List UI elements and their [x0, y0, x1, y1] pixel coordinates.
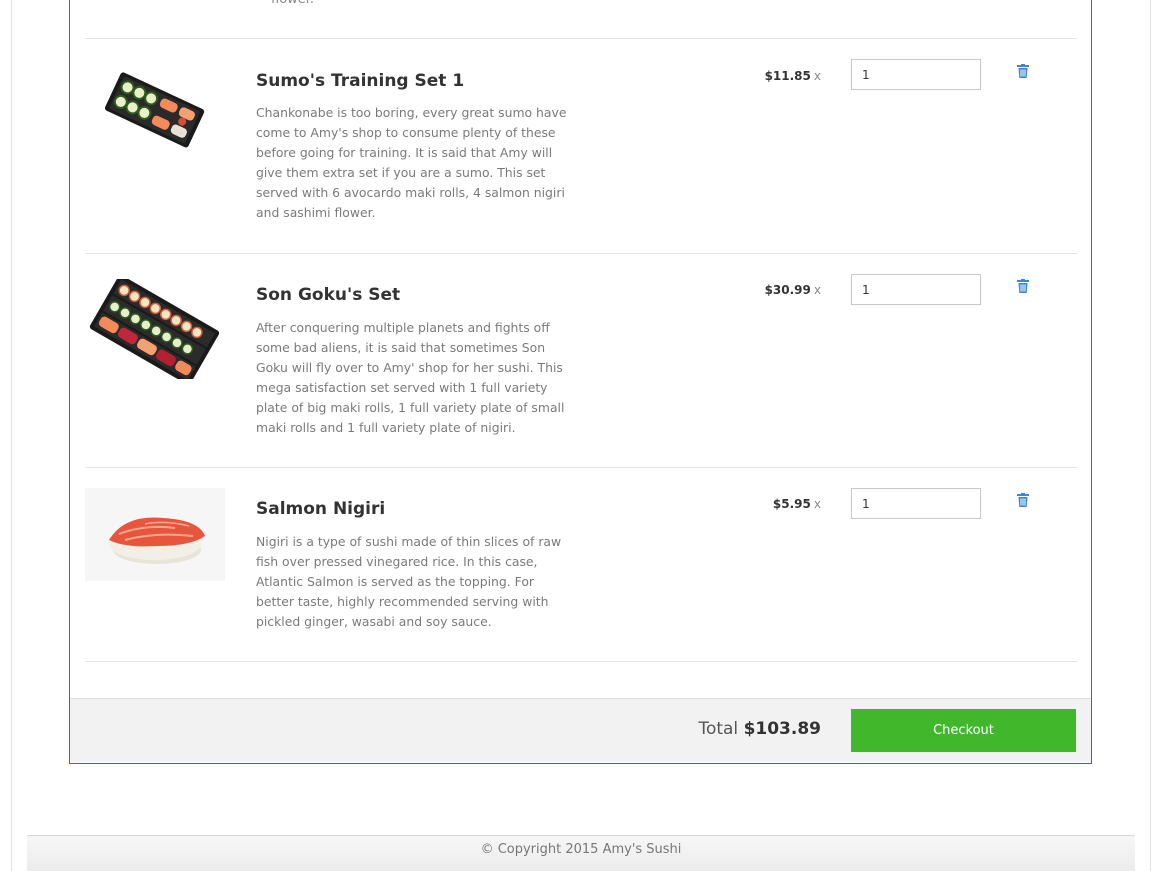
total-label: Total: [698, 719, 739, 739]
item-description: After conquering multiple planets and fi…: [256, 320, 565, 435]
total-value: $103.89: [743, 719, 821, 739]
item-description: Chankonabe is too boring, every great su…: [256, 105, 567, 220]
cart-item-row: Salmon Nigiri Nigiri is a type of sushi …: [85, 467, 1077, 662]
item-price: $30.99 x: [765, 283, 821, 297]
item-price: $5.95 x: [773, 497, 821, 511]
item-title: Son Goku's Set: [256, 285, 401, 305]
price-value: $5.95: [772, 497, 811, 511]
trash-icon[interactable]: [1017, 279, 1029, 293]
price-multiplier: x: [813, 497, 821, 511]
cart-panel: flower. Sumo's Training Set 1 Chankonabe: [69, 0, 1092, 764]
salmon-nigiri-image: [85, 488, 225, 581]
price-value: $11.85: [764, 69, 811, 83]
item-price: $11.85 x: [765, 69, 821, 83]
item-title: Salmon Nigiri: [256, 499, 386, 519]
previous-item-fragment: flower.: [85, 0, 1077, 38]
price-multiplier: x: [813, 283, 821, 297]
sushi-platter-image: [89, 279, 220, 379]
cart-item-row: Son Goku's Set After conquering multiple…: [85, 253, 1077, 467]
cart-item-row: Sumo's Training Set 1 Chankonabe is too …: [85, 38, 1077, 253]
quantity-input[interactable]: [851, 59, 981, 90]
copyright-text: © Copyright 2015 Amy's Sushi: [480, 842, 682, 857]
trash-icon[interactable]: [1017, 493, 1029, 507]
previous-item-description: flower.: [271, 0, 314, 10]
quantity-input[interactable]: [851, 488, 981, 519]
item-title: Sumo's Training Set 1: [256, 71, 465, 91]
cart-footer: Total $103.89 Checkout: [70, 698, 1091, 762]
sushi-tray-image: [104, 72, 205, 148]
trash-icon[interactable]: [1017, 64, 1029, 78]
quantity-input[interactable]: [851, 274, 981, 305]
site-footer: © Copyright 2015 Amy's Sushi: [27, 835, 1135, 871]
price-multiplier: x: [813, 69, 821, 83]
item-description: Nigiri is a type of sushi made of thin s…: [256, 534, 562, 629]
checkout-button[interactable]: Checkout: [851, 709, 1076, 752]
cart-total: Total $103.89: [698, 719, 821, 739]
price-value: $30.99: [764, 283, 811, 297]
